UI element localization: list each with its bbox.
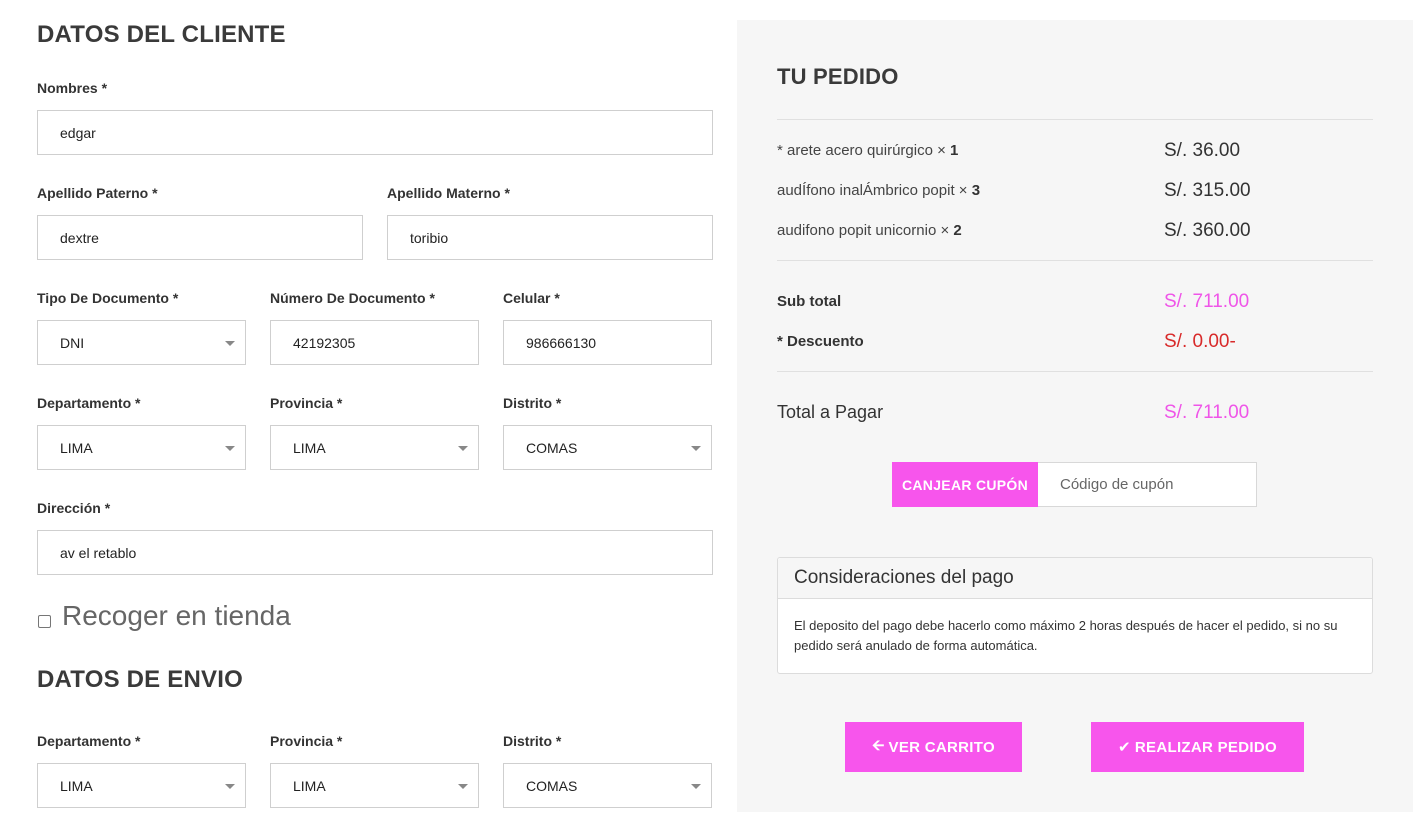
order-title: TU PEDIDO <box>777 64 899 89</box>
envio-departamento-value: LIMA <box>60 777 93 794</box>
provincia-select[interactable]: LIMA <box>270 425 479 470</box>
subtotal-value: S/. 711.00 <box>1164 291 1250 312</box>
subtotal-label: Sub total <box>777 293 842 310</box>
order-item-name: audifono popit unicornio × 2 <box>777 222 962 239</box>
apellido-paterno-value: dextre <box>60 229 99 246</box>
apellido-paterno-input[interactable]: dextre <box>37 215 363 260</box>
total-label: Total a Pagar <box>777 402 884 422</box>
payment-considerations-card: Consideraciones del pago El deposito del… <box>777 557 1373 674</box>
celular-value: 986666130 <box>526 334 597 351</box>
envio-distrito-value: COMAS <box>526 777 578 794</box>
distrito-select[interactable]: COMAS <box>503 425 712 470</box>
recoger-en-tienda-label[interactable]: Recoger en tienda <box>62 600 291 632</box>
direccion-label: Dirección * <box>37 500 111 516</box>
numero-documento-value: 42192305 <box>293 334 356 351</box>
arrow-left-icon: 🡨 <box>872 736 885 754</box>
realizar-pedido-button[interactable]: ✔ REALIZAR PEDIDO <box>1091 722 1304 772</box>
order-item-name: audÍfono inalÁmbrico popit × 3 <box>777 182 981 199</box>
distrito-value: COMAS <box>526 439 578 456</box>
divider <box>777 119 1373 120</box>
payment-considerations-title: Consideraciones del pago <box>778 558 1372 599</box>
ver-carrito-button[interactable]: 🡨 VER CARRITO <box>845 722 1022 772</box>
nombres-value: edgar <box>60 124 96 141</box>
nombres-label: Nombres * <box>37 80 108 96</box>
apellido-materno-value: toribio <box>410 229 449 246</box>
apellido-paterno-label: Apellido Paterno * <box>37 185 158 201</box>
order-item-name: * arete acero quirúrgico × 1 <box>777 142 959 159</box>
direccion-input[interactable]: av el retablo <box>37 530 713 575</box>
departamento-select[interactable]: LIMA <box>37 425 246 470</box>
envio-provincia-value: LIMA <box>293 777 326 794</box>
apellido-materno-input[interactable]: toribio <box>387 215 713 260</box>
numero-documento-input[interactable]: 42192305 <box>270 320 479 365</box>
distrito-label: Distrito * <box>503 395 562 411</box>
envio-distrito-label: Distrito * <box>503 733 562 749</box>
celular-label: Celular * <box>503 290 560 306</box>
divider <box>777 260 1373 261</box>
shipping-section-title: DATOS DE ENVIO <box>37 666 243 693</box>
check-icon: ✔ <box>1118 739 1131 756</box>
nombres-input[interactable]: edgar <box>37 110 713 155</box>
envio-departamento-select[interactable]: LIMA <box>37 763 246 808</box>
order-item-qty: 1 <box>950 142 959 159</box>
order-item-price: S/. 315.00 <box>1164 180 1251 201</box>
departamento-label: Departamento * <box>37 395 141 411</box>
tipo-documento-value: DNI <box>60 334 85 351</box>
tipo-documento-label: Tipo De Documento * <box>37 290 179 306</box>
celular-input[interactable]: 986666130 <box>503 320 712 365</box>
coupon-input[interactable]: Código de cupón <box>1038 462 1257 507</box>
tipo-documento-select[interactable]: DNI <box>37 320 246 365</box>
divider <box>777 371 1373 372</box>
descuento-label: * Descuento <box>777 333 864 350</box>
payment-considerations-text: El deposito del pago debe hacerlo como m… <box>794 618 1338 653</box>
provincia-label: Provincia * <box>270 395 343 411</box>
canjear-cupon-button[interactable]: CANJEAR CUPÓN <box>892 462 1038 507</box>
envio-provincia-label: Provincia * <box>270 733 343 749</box>
order-item-price: S/. 360.00 <box>1164 220 1251 241</box>
order-item-qty: 3 <box>971 182 981 199</box>
coupon-placeholder: Código de cupón <box>1060 476 1174 493</box>
envio-departamento-label: Departamento * <box>37 733 141 749</box>
recoger-en-tienda-checkbox[interactable] <box>38 615 51 628</box>
client-section-title: DATOS DEL CLIENTE <box>37 21 286 48</box>
total-value: S/. 711.00 <box>1164 402 1250 423</box>
envio-distrito-select[interactable]: COMAS <box>503 763 712 808</box>
order-item-qty: 2 <box>953 222 962 239</box>
direccion-value: av el retablo <box>60 544 137 561</box>
envio-provincia-select[interactable]: LIMA <box>270 763 479 808</box>
departamento-value: LIMA <box>60 439 93 456</box>
apellido-materno-label: Apellido Materno * <box>387 185 510 201</box>
provincia-value: LIMA <box>293 439 326 456</box>
realizar-pedido-label: REALIZAR PEDIDO <box>1134 738 1277 756</box>
order-item-price: S/. 36.00 <box>1164 140 1241 161</box>
descuento-value: S/. 0.00- <box>1164 331 1236 352</box>
ver-carrito-label: VER CARRITO <box>888 738 995 756</box>
numero-documento-label: Número De Documento * <box>270 290 435 306</box>
